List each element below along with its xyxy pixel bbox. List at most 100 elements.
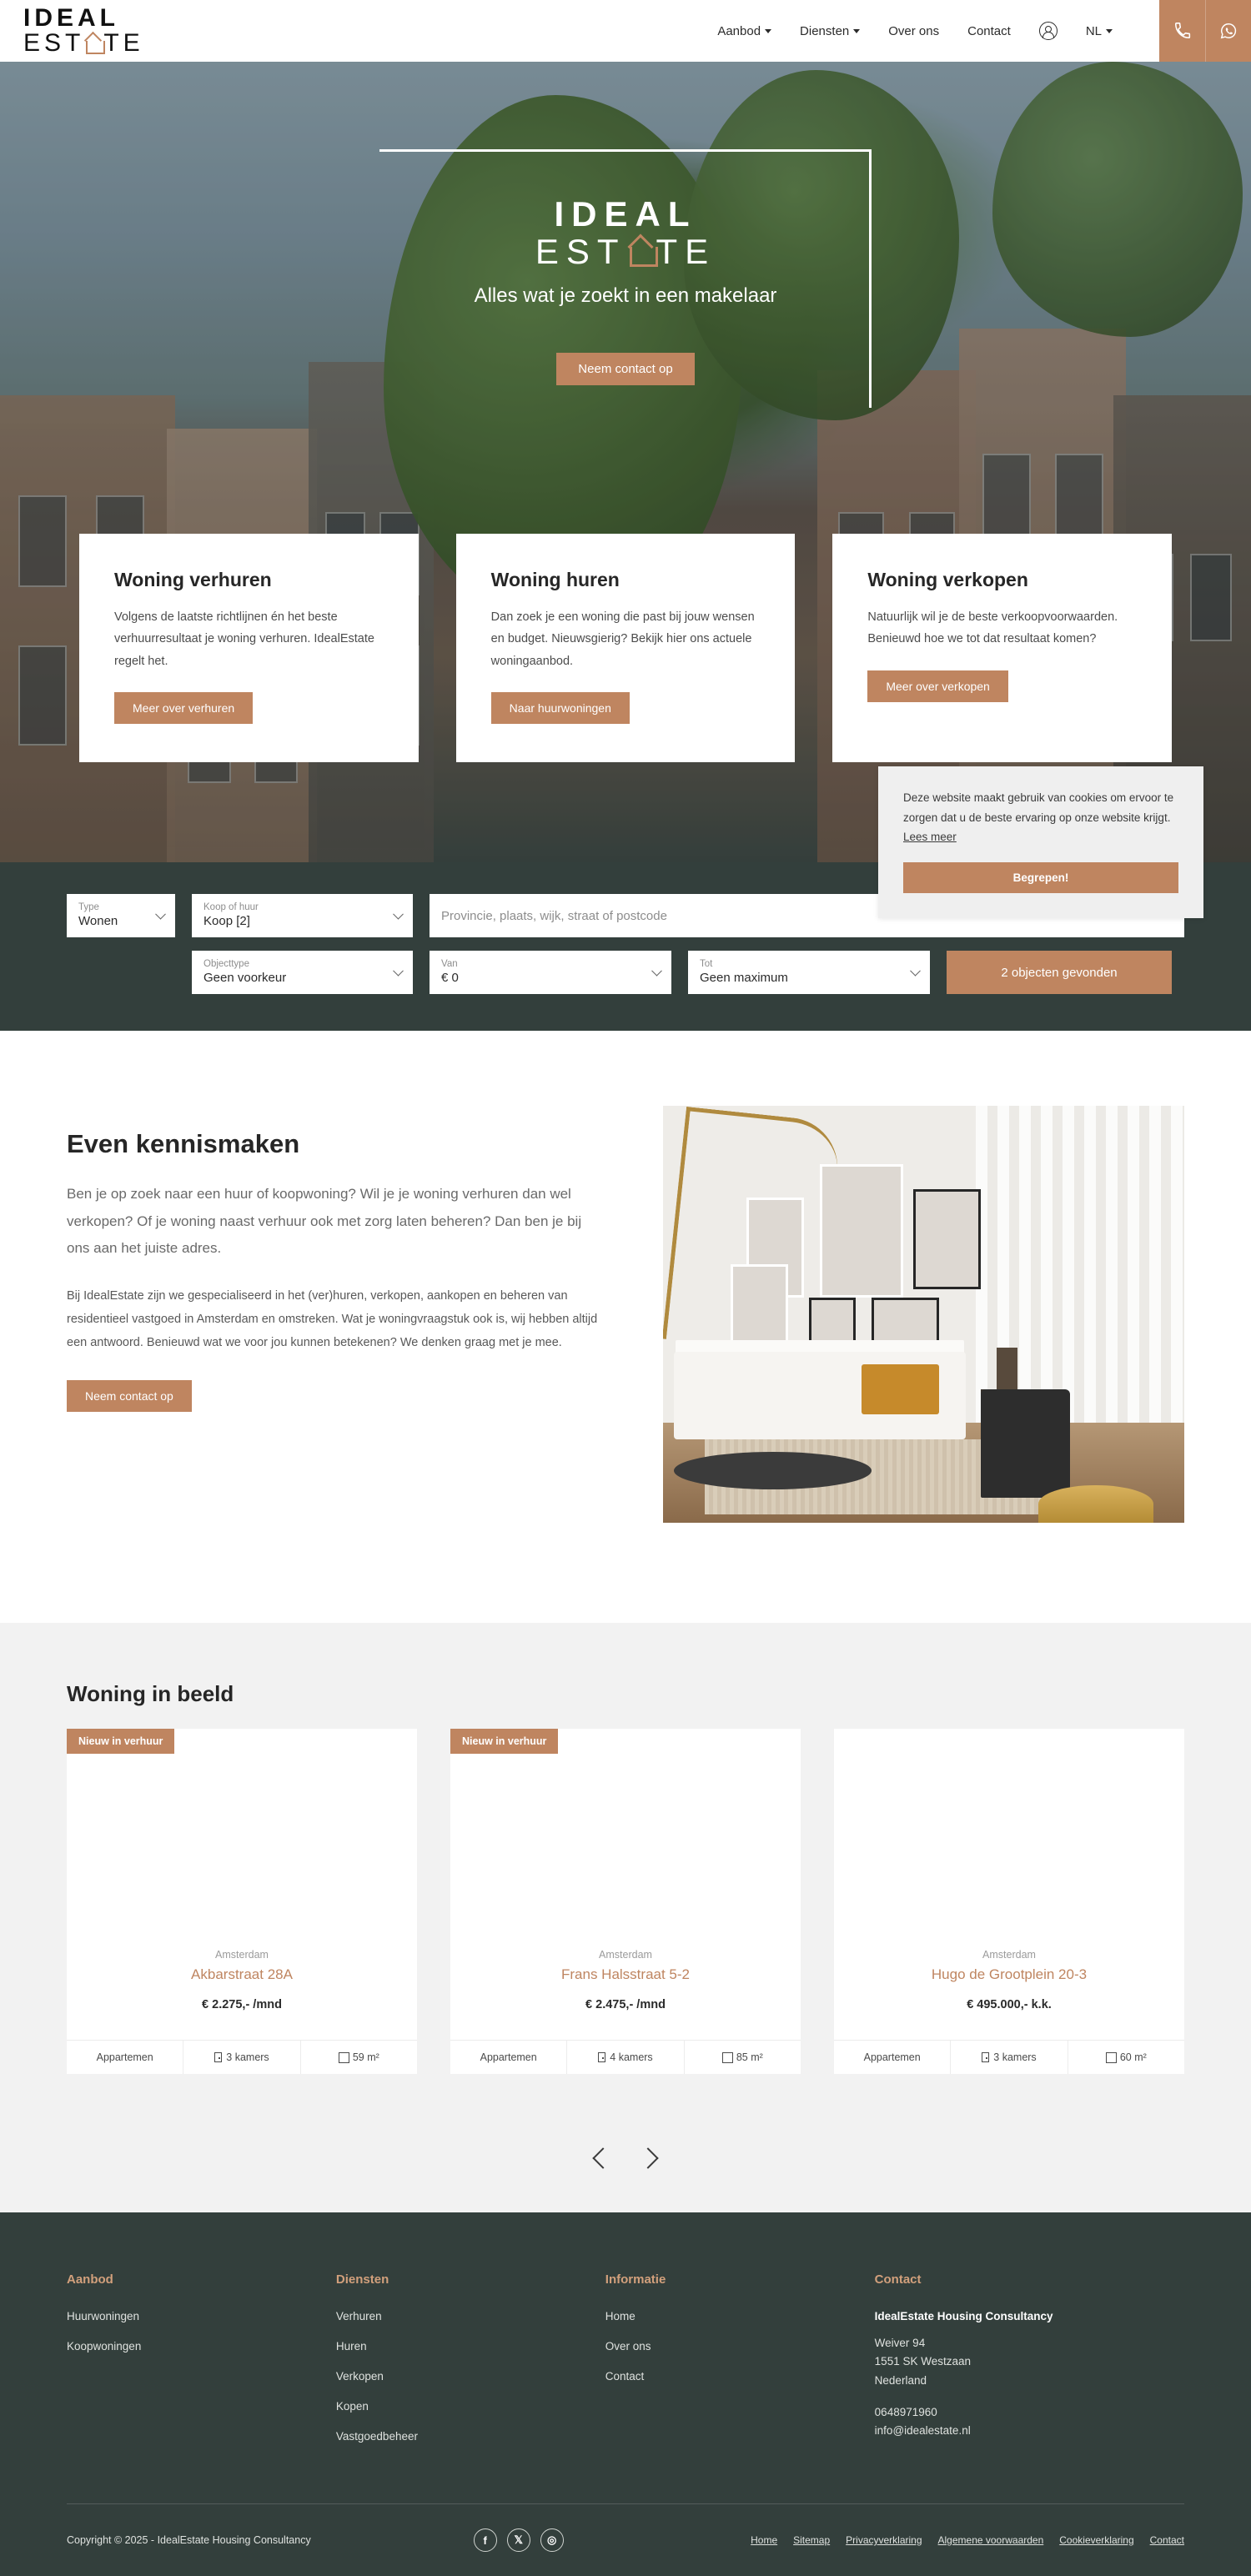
about-contact-button[interactable]: Neem contact op [67, 1379, 192, 1412]
legal-link-home[interactable]: Home [751, 2534, 777, 2546]
footer-company-name: IdealEstate Housing Consultancy [874, 2310, 1053, 2322]
property-rooms-label: 3 kamers [993, 2051, 1037, 2063]
property-card[interactable]: Nieuw in verhuur Amsterdam Akbarstraat 2… [67, 1729, 417, 2074]
footer-email[interactable]: info@idealestate.nl [875, 2422, 1184, 2440]
footer-link-kopen[interactable]: Kopen [336, 2400, 605, 2413]
property-city: Amsterdam [599, 1949, 652, 1961]
vase-shape [997, 1348, 1017, 1393]
nav-item-diensten[interactable]: Diensten [800, 24, 861, 38]
hero-contact-button[interactable]: Neem contact op [556, 352, 695, 385]
hero-content: IDEAL EST TE Alles wat je zoekt in een m… [0, 195, 1251, 385]
language-selector[interactable]: NL [1086, 24, 1113, 38]
footer-link-home[interactable]: Home [605, 2310, 875, 2322]
footer-link-huren[interactable]: Huren [336, 2340, 605, 2353]
featured-inner: Woning in beeld Nieuw in verhuur Amsterd… [67, 1681, 1184, 2074]
footer-country: Nederland [874, 2373, 927, 2387]
door-icon [214, 2052, 223, 2062]
door-icon [598, 2052, 606, 2062]
footer-bottom-bar: Copyright © 2025 - IdealEstate Housing C… [67, 2504, 1184, 2576]
footer-heading-informatie: Informatie [605, 2272, 666, 2287]
logo-estate-part-b: TE [103, 29, 144, 57]
footer-link-verhuren[interactable]: Verhuren [336, 2310, 605, 2322]
cookie-read-more-link[interactable]: Lees meer [903, 831, 957, 843]
footer-link-over-ons[interactable]: Over ons [605, 2340, 875, 2353]
featured-heading: Woning in beeld [67, 1681, 234, 1706]
footer-column-diensten: Diensten Verhuren Huren Verkopen Kopen V… [336, 2272, 605, 2460]
property-type-label: Appartemen [863, 2051, 921, 2063]
nav-label-over-ons: Over ons [888, 23, 940, 38]
facebook-icon[interactable]: f [473, 2528, 497, 2552]
filter-objecttype-value: Geen voorkeur [203, 970, 287, 985]
property-area-label: 59 m² [352, 2051, 379, 2063]
footer-column-contact: Contact IdealEstate Housing Consultancy … [875, 2272, 1184, 2460]
site-logo[interactable]: IDEAL EST TE [23, 6, 165, 56]
filter-objecttype-select[interactable]: Objecttype Geen voorkeur [192, 951, 413, 994]
property-price: € 495.000,- k.k. [967, 1998, 1052, 2011]
legal-link-privacyverklaring[interactable]: Privacyverklaring [846, 2534, 922, 2546]
chevron-left-icon[interactable] [592, 2147, 614, 2169]
footer-link-vastgoedbeheer[interactable]: Vastgoedbeheer [336, 2430, 605, 2443]
property-body: Amsterdam Hugo de Grootplein 20-3 € 495.… [834, 1946, 1184, 2040]
filter-type-select[interactable]: Type Wonen [67, 894, 175, 937]
property-area: 59 m² [299, 2041, 417, 2074]
legal-link-cookieverklaring[interactable]: Cookieverklaring [1059, 2534, 1133, 2546]
filter-koop-of-huur-select[interactable]: Koop of huur Koop [2] [192, 894, 413, 937]
chevron-down-icon [1106, 28, 1113, 33]
footer-spacer [875, 2390, 1184, 2403]
footer-phone[interactable]: 0648971960 [875, 2403, 1184, 2422]
hero-section: IDEAL EST TE Alles wat je zoekt in een m… [0, 62, 1251, 862]
property-card[interactable]: Nieuw in verhuur Amsterdam Frans Halsstr… [450, 1729, 801, 2074]
property-price: € 2.475,- /mnd [585, 1998, 666, 2011]
hero-logo-estate-part-b: TE [656, 232, 716, 272]
search-submit-button[interactable]: 2 objecten gevonden [947, 951, 1172, 994]
footer-link-koopwoningen[interactable]: Koopwoningen [67, 2340, 336, 2353]
legal-link-algemene-voorwaarden[interactable]: Algemene voorwaarden [938, 2534, 1044, 2546]
footer-heading-contact: Contact [874, 2272, 922, 2287]
chevron-down-icon [853, 28, 861, 33]
user-circle-icon[interactable] [1038, 22, 1058, 40]
legal-link-contact[interactable]: Contact [1150, 2534, 1184, 2546]
footer-address-line1: Weiver 94 [874, 2337, 926, 2349]
cookie-accept-button[interactable]: Begrepen! [903, 861, 1178, 893]
nav-item-contact[interactable]: Contact [967, 24, 1011, 38]
instagram-icon[interactable]: ◎ [540, 2528, 564, 2552]
property-area: 85 m² [683, 2041, 801, 2074]
x-twitter-icon[interactable]: 𝕏 [506, 2528, 530, 2552]
info-card-button-verhuren[interactable]: Meer over verhuren [114, 692, 254, 724]
about-lead-paragraph: Ben je op zoek naar een huur of koopwoni… [67, 1186, 582, 1257]
about-section: Even kennismaken Ben je op zoek naar een… [0, 1031, 1251, 1623]
search-row-2: Objecttype Geen voorkeur Van € 0 Tot Gee… [67, 951, 1184, 994]
footer-link-contact[interactable]: Contact [605, 2370, 875, 2383]
info-card-button-verkopen[interactable]: Meer over verkopen [867, 670, 1008, 702]
property-badge: Nieuw in verhuur [450, 1729, 559, 1754]
filter-price-to-select[interactable]: Tot Geen maximum [688, 951, 930, 994]
property-card[interactable]: Amsterdam Hugo de Grootplein 20-3 € 495.… [834, 1729, 1184, 2074]
filter-van-label: Van [441, 959, 458, 970]
property-type: Appartemen [834, 2041, 950, 2074]
footer-legal-links: Home Sitemap Privacyverklaring Algemene … [751, 2534, 1184, 2546]
house-icon [86, 33, 106, 54]
filter-price-from-select[interactable]: Van € 0 [430, 951, 671, 994]
footer-link-verkopen[interactable]: Verkopen [336, 2370, 605, 2383]
info-card-button-huren[interactable]: Naar huurwoningen [490, 692, 630, 724]
chevron-right-icon[interactable] [637, 2147, 659, 2169]
featured-properties-section: Woning in beeld Nieuw in verhuur Amsterd… [0, 1623, 1251, 2212]
filter-van-value: € 0 [441, 970, 459, 985]
footer-link-huurwoningen[interactable]: Huurwoningen [67, 2310, 336, 2322]
legal-link-sitemap[interactable]: Sitemap [793, 2534, 830, 2546]
picture-frame-shape [872, 1298, 940, 1356]
property-image [450, 1729, 801, 1946]
phone-button[interactable] [1159, 0, 1205, 62]
search-filter-bar: Type Wonen Koop of huur Koop [2] Provinc… [0, 766, 1251, 1031]
nav-item-aanbod[interactable]: Aanbod [717, 24, 772, 38]
area-icon [1105, 2052, 1117, 2063]
property-rooms-label: 3 kamers [226, 2051, 269, 2063]
property-area: 60 m² [1067, 2041, 1184, 2074]
cookie-text: Deze website maakt gebruik van cookies o… [903, 788, 1178, 847]
site-footer: Aanbod Huurwoningen Koopwoningen Dienste… [0, 2212, 1251, 2576]
whatsapp-button[interactable] [1205, 0, 1251, 62]
nav-item-over-ons[interactable]: Over ons [888, 24, 939, 38]
filter-tot-label: Tot [700, 959, 713, 970]
footer-social-links: f 𝕏 ◎ [473, 2528, 564, 2552]
property-image [67, 1729, 417, 1946]
